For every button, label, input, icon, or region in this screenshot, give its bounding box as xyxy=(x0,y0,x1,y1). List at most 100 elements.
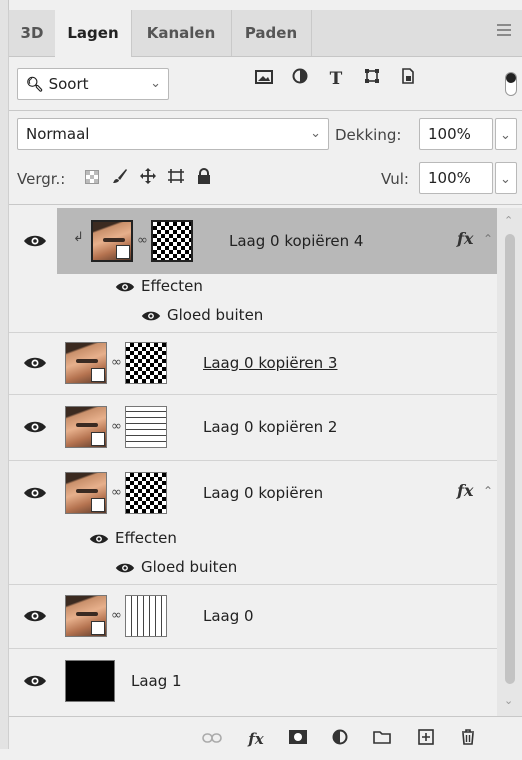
layers-scrollbar[interactable]: ⌃ ⌄ xyxy=(497,208,522,716)
effect-outer-glow[interactable]: Gloed buiten xyxy=(167,305,263,325)
layers-panel: 3D Lagen Kanalen Paden 🔍︎ Soort ⌄ T Norm… xyxy=(8,10,522,760)
effect-outer-glow[interactable]: Gloed buiten xyxy=(141,557,237,577)
layer-thumbnail[interactable] xyxy=(91,220,133,262)
fill-label: Vul: xyxy=(381,170,409,188)
lock-position-move-icon[interactable] xyxy=(137,168,159,190)
opacity-value: 100% xyxy=(428,125,471,143)
eye-icon[interactable] xyxy=(23,419,47,435)
pixel-layer-filter-icon[interactable] xyxy=(253,68,275,90)
layer-name[interactable]: Laag 0 kopiëren 4 xyxy=(229,231,363,251)
layer-thumbnail[interactable] xyxy=(65,406,107,448)
lock-label: Vergr.: xyxy=(17,170,66,188)
eye-icon[interactable] xyxy=(115,561,135,575)
layers-bottom-toolbar: fx xyxy=(9,716,522,760)
layer-name[interactable]: Laag 0 xyxy=(203,606,254,626)
new-adjustment-layer-icon[interactable] xyxy=(329,729,351,749)
tab-3d[interactable]: 3D xyxy=(9,10,56,56)
layer-name[interactable]: Laag 1 xyxy=(131,671,182,691)
layer-mask-thumbnail[interactable] xyxy=(151,220,193,262)
eye-icon[interactable] xyxy=(115,280,135,294)
hamburger-menu-icon[interactable] xyxy=(497,24,511,38)
fx-icon[interactable]: fx xyxy=(457,481,473,500)
shape-layer-filter-icon[interactable] xyxy=(361,68,383,90)
filter-toggle-switch[interactable] xyxy=(505,72,517,96)
type-layer-filter-icon[interactable]: T xyxy=(325,68,347,90)
layer-mask-thumbnail[interactable] xyxy=(125,342,167,384)
caret-up-icon[interactable]: ⌃ xyxy=(483,484,493,498)
layer-name[interactable]: Laag 0 kopiëren xyxy=(203,483,323,503)
eye-icon[interactable] xyxy=(23,355,47,371)
add-layer-mask-icon[interactable] xyxy=(287,729,309,749)
divider xyxy=(9,204,522,205)
blend-mode-value: Normaal xyxy=(26,125,90,143)
eye-icon[interactable] xyxy=(23,673,47,689)
chevron-down-icon: ⌄ xyxy=(150,76,161,91)
layer-mask-thumbnail[interactable] xyxy=(125,595,167,637)
caret-up-icon[interactable]: ⌃ xyxy=(483,232,493,246)
clipping-arrow-icon: ↲ xyxy=(73,230,84,245)
layer-row-laag-1[interactable]: Laag 1 xyxy=(9,648,497,714)
effects-label[interactable]: Effecten xyxy=(141,276,203,296)
opacity-label: Dekking: xyxy=(335,126,402,144)
divider xyxy=(9,110,522,111)
lock-artboard-icon[interactable] xyxy=(165,168,187,190)
chain-link-icon[interactable]: ∞ xyxy=(111,354,122,372)
effects-label[interactable]: Effecten xyxy=(115,528,177,548)
layer-row-laag-0-kopieren-4[interactable]: ↲ ∞ Laag 0 kopiëren 4 fx ⌃ Effecten Gloe… xyxy=(9,208,497,333)
layer-thumbnail[interactable] xyxy=(65,472,107,514)
layer-thumbnail[interactable] xyxy=(65,660,115,702)
tab-channels[interactable]: Kanalen xyxy=(131,10,232,56)
lock-image-pixels-brush-icon[interactable] xyxy=(109,168,131,190)
scroll-up-arrow-icon[interactable]: ⌃ xyxy=(504,214,513,227)
layer-thumbnail[interactable] xyxy=(65,342,107,384)
filter-row: 🔍︎ Soort ⌄ T xyxy=(9,56,522,106)
layer-row-laag-0-kopieren-3[interactable]: ∞ Laag 0 kopiëren 3 xyxy=(9,332,497,395)
layer-mask-thumbnail[interactable] xyxy=(125,472,167,514)
eye-icon[interactable] xyxy=(23,233,47,249)
layer-name[interactable]: Laag 0 kopiëren 3 xyxy=(203,353,337,373)
scrollbar-thumb[interactable] xyxy=(505,234,515,684)
link-layers-icon[interactable] xyxy=(201,729,223,749)
fill-dropdown-button[interactable]: ⌄ xyxy=(495,162,517,194)
filter-kind-label: Soort xyxy=(48,75,89,93)
layer-mask-thumbnail[interactable] xyxy=(125,406,167,448)
lock-row: Vergr.: Vul: 100% ⌄ xyxy=(9,162,522,198)
lock-all-padlock-icon[interactable] xyxy=(193,168,215,190)
chain-link-icon[interactable]: ∞ xyxy=(137,232,148,250)
new-layer-icon[interactable] xyxy=(415,729,437,749)
chain-link-icon[interactable]: ∞ xyxy=(111,607,122,625)
fill-input[interactable]: 100% xyxy=(419,162,493,194)
eye-icon[interactable] xyxy=(23,485,47,501)
eye-icon[interactable] xyxy=(89,532,109,546)
layer-row-laag-0-kopieren-2[interactable]: ∞ Laag 0 kopiëren 2 xyxy=(9,394,497,461)
chevron-down-icon: ⌄ xyxy=(500,128,511,143)
eye-icon[interactable] xyxy=(141,309,161,323)
panel-tabs: 3D Lagen Kanalen Paden xyxy=(9,10,522,57)
layer-name[interactable]: Laag 0 kopiëren 2 xyxy=(203,417,337,437)
layer-row-laag-0-kopieren[interactable]: ∞ Laag 0 kopiëren fx ⌃ Effecten Gloed bu… xyxy=(9,460,497,585)
chevron-down-icon: ⌄ xyxy=(500,172,511,187)
lock-transparent-pixels-icon[interactable] xyxy=(81,168,103,190)
smart-object-filter-icon[interactable] xyxy=(397,68,419,90)
filter-kind-select[interactable]: 🔍︎ Soort ⌄ xyxy=(17,68,169,100)
new-group-folder-icon[interactable] xyxy=(371,729,393,749)
tab-paths[interactable]: Paden xyxy=(231,10,312,56)
search-icon: 🔍︎ xyxy=(26,77,44,93)
layers-list: ↲ ∞ Laag 0 kopiëren 4 fx ⌃ Effecten Gloe… xyxy=(9,208,522,716)
adjustment-layer-filter-icon[interactable] xyxy=(289,68,311,90)
opacity-dropdown-button[interactable]: ⌄ xyxy=(495,118,517,150)
layer-row-laag-0[interactable]: ∞ Laag 0 xyxy=(9,584,497,649)
scroll-down-arrow-icon[interactable]: ⌄ xyxy=(504,694,513,707)
blend-row: Normaal ⌄ Dekking: 100% ⌄ xyxy=(9,118,522,154)
blend-mode-select[interactable]: Normaal ⌄ xyxy=(17,118,329,150)
add-layer-style-fx-icon[interactable]: fx xyxy=(245,729,267,749)
opacity-input[interactable]: 100% xyxy=(419,118,493,150)
chain-link-icon[interactable]: ∞ xyxy=(111,484,122,502)
chevron-down-icon: ⌄ xyxy=(310,126,321,141)
delete-layer-trash-icon[interactable] xyxy=(457,729,479,749)
chain-link-icon[interactable]: ∞ xyxy=(111,418,122,436)
fx-icon[interactable]: fx xyxy=(457,229,473,248)
tab-layers[interactable]: Lagen xyxy=(55,10,132,57)
eye-icon[interactable] xyxy=(23,608,47,624)
layer-thumbnail[interactable] xyxy=(65,595,107,637)
